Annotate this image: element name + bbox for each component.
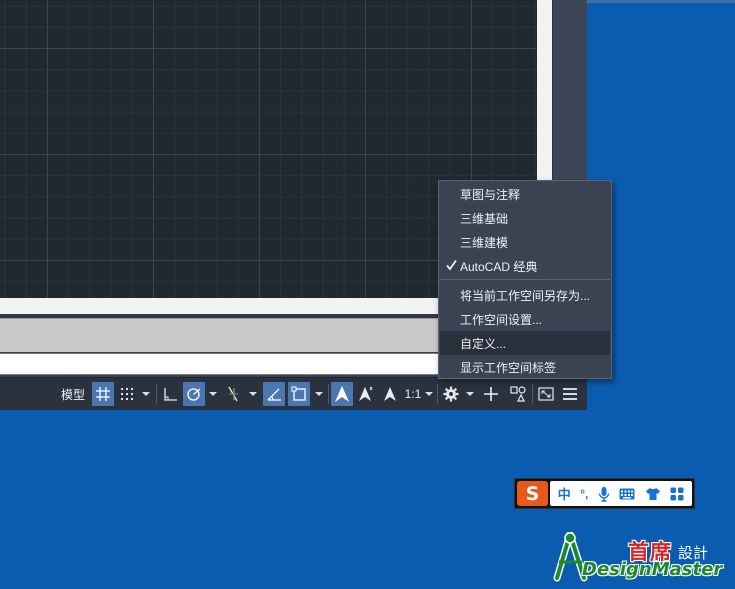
isolate-objects-icon <box>510 386 526 402</box>
keyboard-icon[interactable] <box>619 488 635 500</box>
chevron-down-icon <box>209 392 217 396</box>
auto-scale-toggle[interactable] <box>355 382 377 406</box>
model-label: 模型 <box>60 387 85 402</box>
desktop-background <box>587 0 735 3</box>
isodraft-dropdown[interactable] <box>246 382 260 406</box>
menu-item-label: 将当前工作空间另存为... <box>460 288 591 303</box>
scale-value: 1:1 <box>404 387 422 401</box>
ime-punctuation-toggle[interactable]: °, <box>580 487 588 501</box>
menu-item-drafting-annotation[interactable]: 草图与注释 <box>440 182 610 206</box>
polar-icon <box>187 388 201 401</box>
menu-item-label: 自定义... <box>460 336 507 351</box>
microphone-icon[interactable] <box>598 486 610 502</box>
snap-dropdown[interactable] <box>139 382 153 406</box>
ime-language-toggle[interactable]: 中 <box>558 484 571 503</box>
snap-tracking-icon <box>267 388 281 401</box>
vertical-scrollbar[interactable] <box>552 0 587 178</box>
watermark-english: DesignMaster <box>582 559 723 580</box>
scale-selector[interactable]: 1:1 <box>403 382 423 406</box>
chevron-down-icon <box>142 392 150 396</box>
menu-item-label: 三维建模 <box>460 235 509 250</box>
menu-item-label: 显示工作空间标签 <box>460 360 557 375</box>
skin-shirt-icon[interactable] <box>645 487 661 501</box>
snap-toggle[interactable] <box>116 382 138 406</box>
plus-icon <box>484 387 498 401</box>
gear-icon <box>443 386 459 402</box>
separator <box>328 384 329 404</box>
chevron-down-icon <box>249 392 257 396</box>
menu-divider <box>440 279 610 280</box>
workspace-menu: 草图与注释 三维基础 三维建模 AutoCAD 经典 将当前工作空间另存为...… <box>438 180 612 379</box>
checkmark-icon <box>446 259 457 271</box>
polar-tracking-toggle[interactable] <box>183 382 205 406</box>
separator <box>156 384 157 404</box>
menu-item-save-workspace-as[interactable]: 将当前工作空间另存为... <box>440 283 610 307</box>
model-space-button[interactable]: 模型 <box>58 382 88 406</box>
auto-scale-icon <box>359 386 373 401</box>
separator <box>437 384 438 404</box>
grid-toggle[interactable] <box>92 382 114 406</box>
chevron-down-icon <box>466 392 474 396</box>
ortho-toggle[interactable] <box>159 382 181 406</box>
annotation-scale-button[interactable] <box>379 382 401 406</box>
designmaster-watermark: 首席 設計 DesignMaster <box>552 532 732 586</box>
annotation-scale-icon <box>335 386 349 402</box>
separator <box>532 384 533 404</box>
isodraft-toggle[interactable] <box>222 382 244 406</box>
toolbox-grid-icon[interactable] <box>670 487 684 501</box>
ime-logo-letter: S <box>525 482 540 505</box>
grid-icon <box>96 387 110 401</box>
workspace-dropdown[interactable] <box>463 382 477 406</box>
menu-item-label: AutoCAD 经典 <box>460 259 538 274</box>
annotation-monitor-button[interactable] <box>480 382 502 406</box>
isolate-objects-button[interactable] <box>506 382 530 406</box>
menu-item-3d-modeling[interactable]: 三维建模 <box>440 230 610 254</box>
ime-toolbar: S 中 °, <box>514 478 695 509</box>
object-snap-toggle[interactable] <box>288 382 310 406</box>
osnap-dropdown[interactable] <box>312 382 326 406</box>
status-bar: 模型 1:1 <box>0 377 587 410</box>
osnap-icon <box>291 386 306 401</box>
canvas-border-right <box>537 0 552 178</box>
ime-panel: 中 °, <box>550 481 692 506</box>
menu-item-label: 草图与注释 <box>460 187 521 202</box>
clean-screen-button[interactable] <box>535 382 557 406</box>
ortho-icon <box>164 388 177 401</box>
menu-item-workspace-settings[interactable]: 工作空间设置... <box>440 307 610 331</box>
hamburger-menu-icon <box>563 388 577 400</box>
customization-menu-button[interactable] <box>559 382 581 406</box>
workspace-switch-button[interactable] <box>440 382 462 406</box>
chevron-down-icon <box>315 392 323 396</box>
menu-item-label: 工作空间设置... <box>460 312 543 327</box>
isodraft-icon <box>228 386 238 402</box>
annotation-visibility-toggle[interactable] <box>331 382 353 406</box>
menu-item-label: 三维基础 <box>460 211 509 226</box>
menu-item-show-workspace-label[interactable]: 显示工作空间标签 <box>440 355 610 379</box>
menu-item-3d-basics[interactable]: 三维基础 <box>440 206 610 230</box>
snap-dots-icon <box>121 388 133 400</box>
object-snap-tracking-toggle[interactable] <box>263 382 285 406</box>
fullscreen-icon <box>538 387 554 401</box>
menu-item-customize[interactable]: 自定义... <box>440 331 610 355</box>
menu-item-autocad-classic[interactable]: AutoCAD 经典 <box>440 254 610 278</box>
scale-dropdown[interactable] <box>423 382 435 406</box>
chevron-down-icon <box>425 392 433 396</box>
annotation-icon <box>384 387 396 401</box>
ime-logo[interactable]: S <box>517 481 548 506</box>
polar-dropdown[interactable] <box>206 382 220 406</box>
